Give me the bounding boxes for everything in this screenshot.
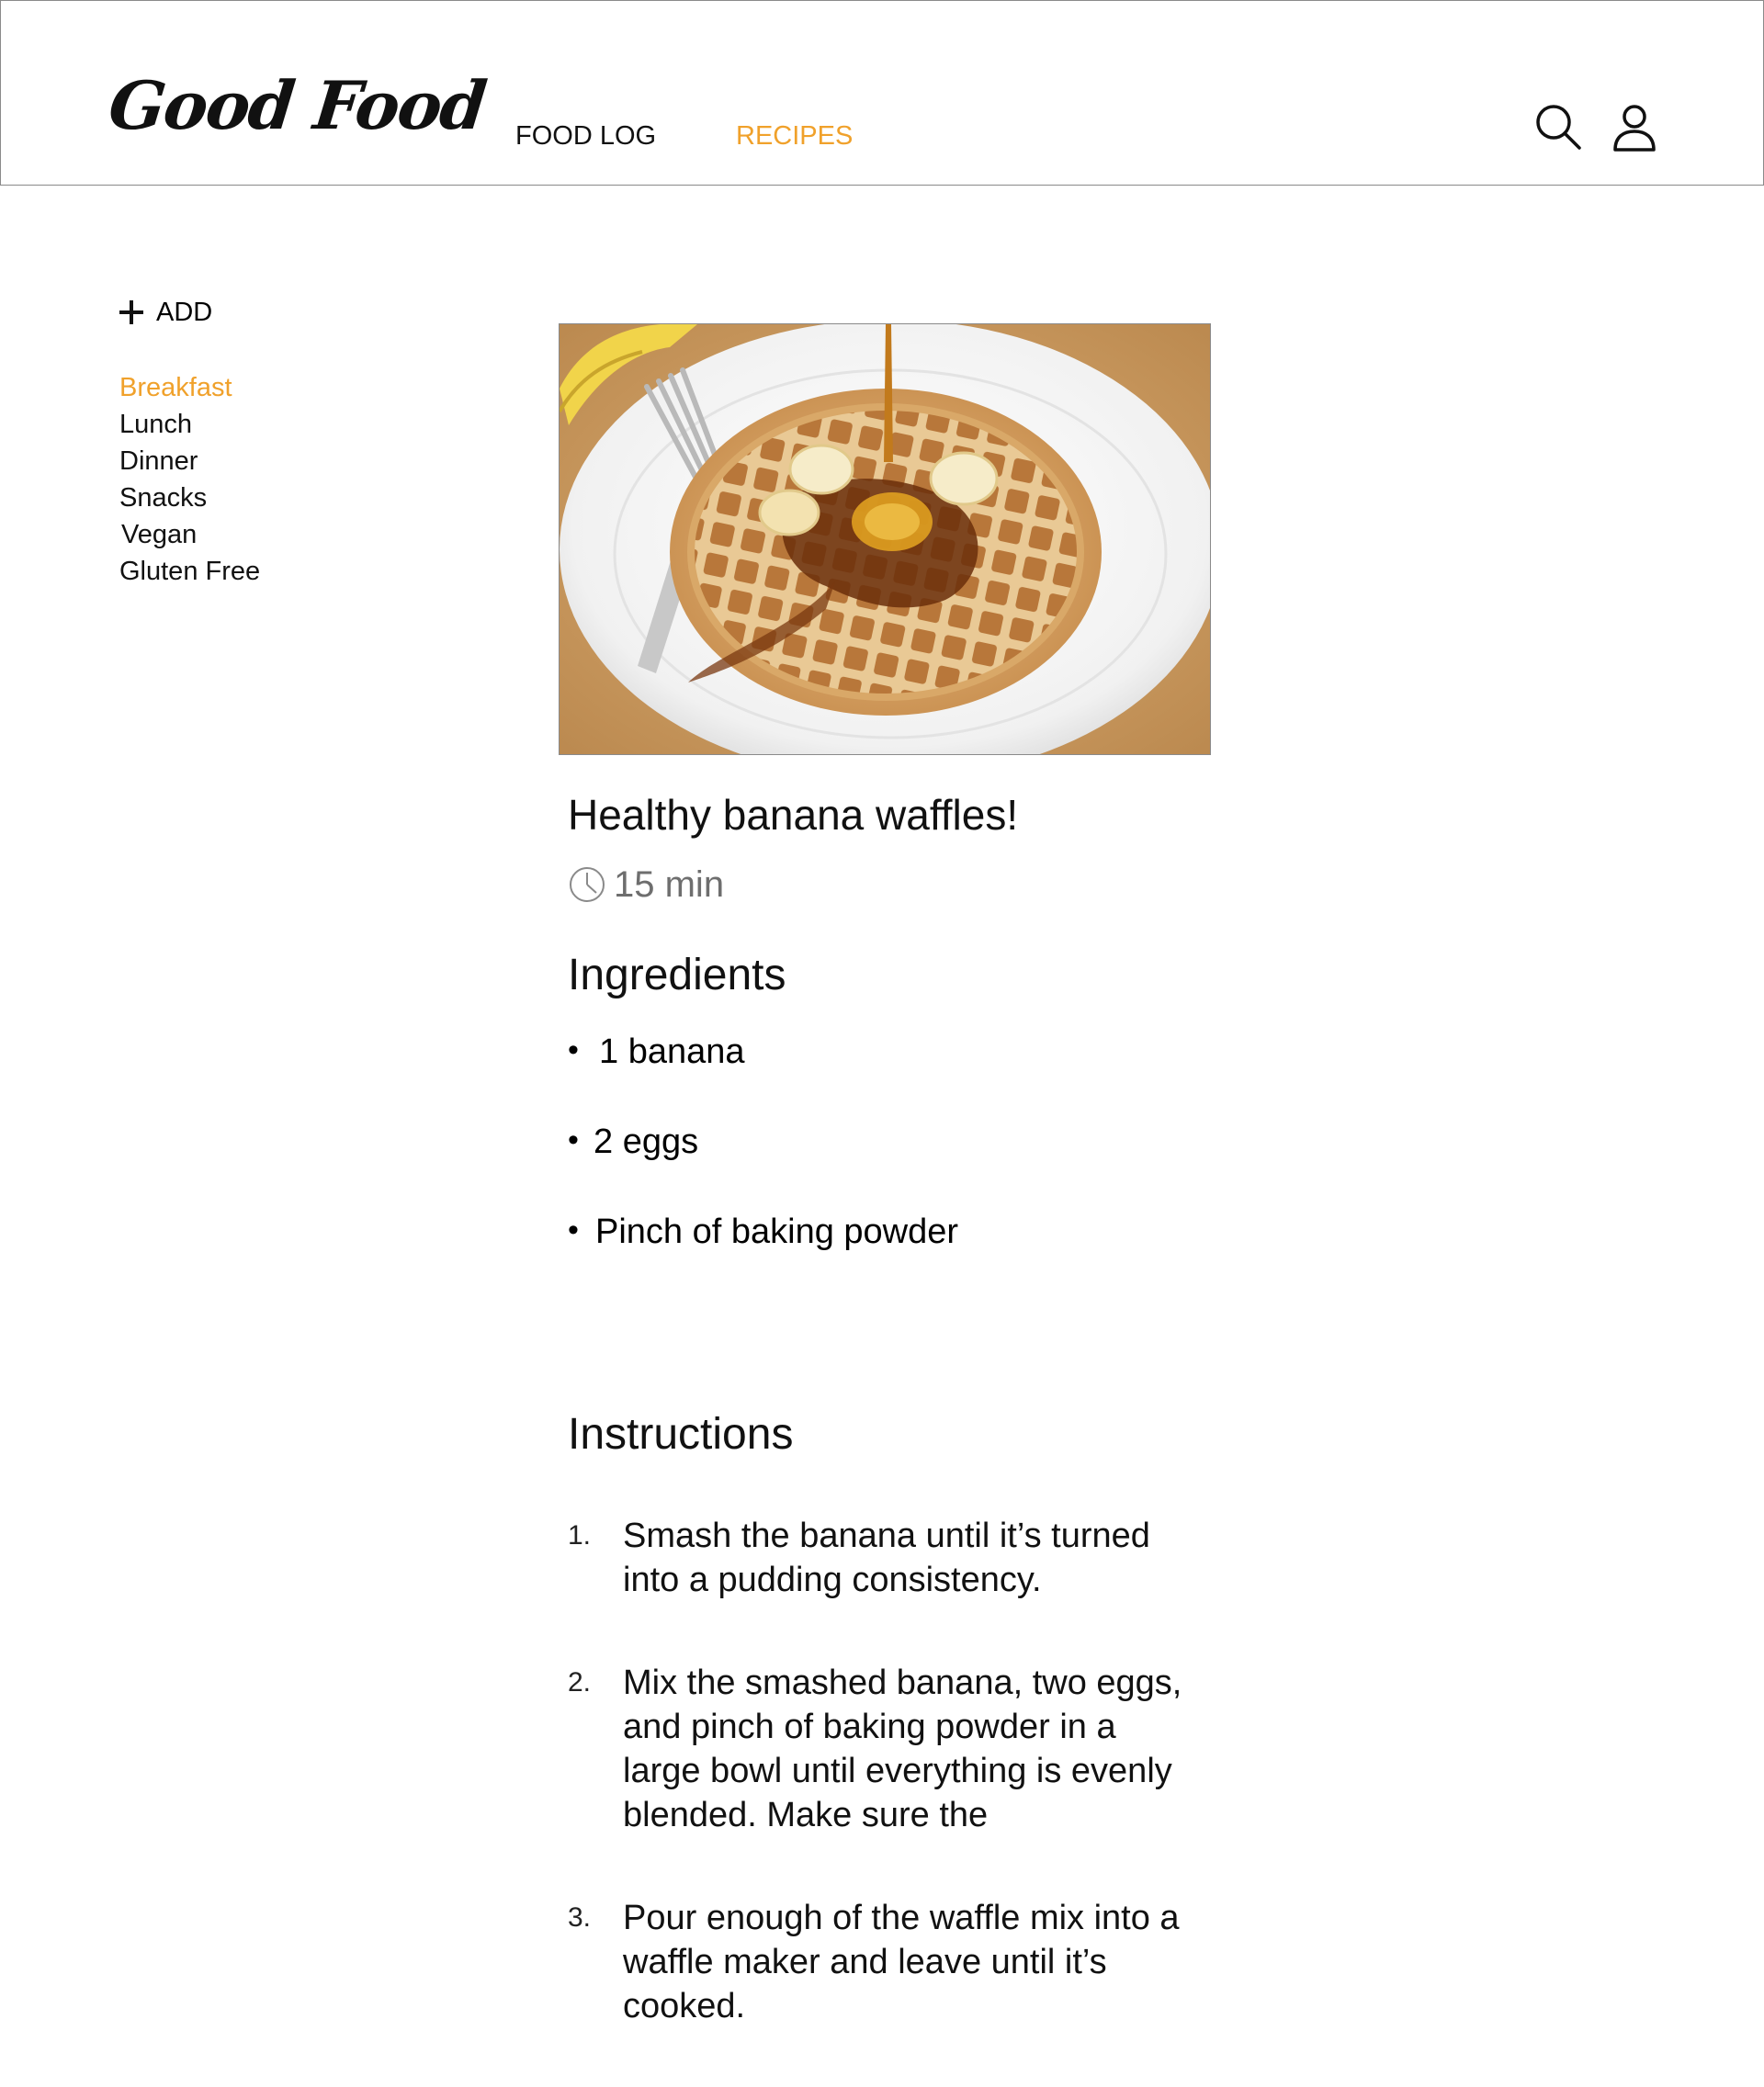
clock-icon — [568, 865, 606, 904]
category-gluten-free[interactable]: Gluten Free — [119, 553, 413, 590]
nav-recipes[interactable]: RECIPES — [736, 123, 853, 150]
bullet-icon: • — [568, 1032, 579, 1067]
search-icon[interactable] — [1533, 102, 1585, 153]
ingredient-text: 2 eggs — [594, 1122, 699, 1161]
category-list: Breakfast Lunch Dinner Snacks Vegan Glut… — [119, 369, 413, 590]
prep-time: 15 min — [568, 864, 1220, 906]
step-text: Mix the smashed banana, two eggs, and pi… — [623, 1663, 1182, 1834]
instruction-step: 1. Smash the banana until it’s turned in… — [568, 1514, 1193, 1602]
ingredient-item: • 2 eggs — [568, 1124, 1220, 1214]
add-label: ADD — [156, 297, 213, 327]
instruction-step: 3. Pour enough of the waffle mix into a … — [568, 1896, 1193, 2028]
step-number: 3. — [568, 1901, 592, 1933]
ingredient-text: Pinch of baking powder — [595, 1212, 959, 1251]
category-vegan[interactable]: Vegan — [119, 516, 413, 553]
recipe-photo — [559, 323, 1211, 755]
recipe-title: Healthy banana waffles! — [568, 791, 1019, 839]
instructions-heading: Instructions — [568, 1409, 794, 1459]
category-sidebar: ADD Breakfast Lunch Dinner Snacks Vegan … — [119, 292, 413, 590]
logo[interactable]: Good Food — [106, 66, 489, 144]
bullet-icon: • — [568, 1212, 579, 1247]
prep-time-value: 15 min — [614, 863, 725, 905]
step-text: Smash the banana until it’s turned into … — [623, 1516, 1150, 1599]
instructions-list: 1. Smash the banana until it’s turned in… — [568, 1514, 1193, 2028]
user-icon[interactable] — [1609, 102, 1660, 153]
category-dinner[interactable]: Dinner — [119, 443, 413, 479]
top-header: Good Food FOOD LOG RECIPES — [0, 0, 1764, 186]
step-text: Pour enough of the waffle mix into a waf… — [623, 1898, 1180, 2025]
ingredient-item: • Pinch of baking powder — [568, 1214, 1220, 1304]
nav-food-log[interactable]: FOOD LOG — [515, 123, 656, 150]
category-snacks[interactable]: Snacks — [119, 479, 413, 516]
step-number: 1. — [568, 1519, 592, 1551]
ingredient-text: 1 banana — [599, 1032, 745, 1071]
ingredient-item: • 1 banana — [568, 1034, 1220, 1124]
add-button[interactable]: ADD — [119, 292, 413, 333]
instruction-step: 2. Mix the smashed banana, two eggs, and… — [568, 1661, 1193, 1837]
bullet-icon: • — [568, 1122, 579, 1157]
ingredients-heading: Ingredients — [568, 950, 786, 999]
category-lunch[interactable]: Lunch — [119, 406, 413, 443]
step-number: 2. — [568, 1666, 592, 1698]
recipe-detail: Healthy banana waffles! 15 min Ingredien… — [559, 323, 1220, 2087]
category-breakfast[interactable]: Breakfast — [119, 369, 413, 406]
ingredients-list: • 1 banana • 2 eggs • Pinch of baking po… — [568, 1034, 1220, 1304]
plus-icon — [119, 300, 143, 324]
